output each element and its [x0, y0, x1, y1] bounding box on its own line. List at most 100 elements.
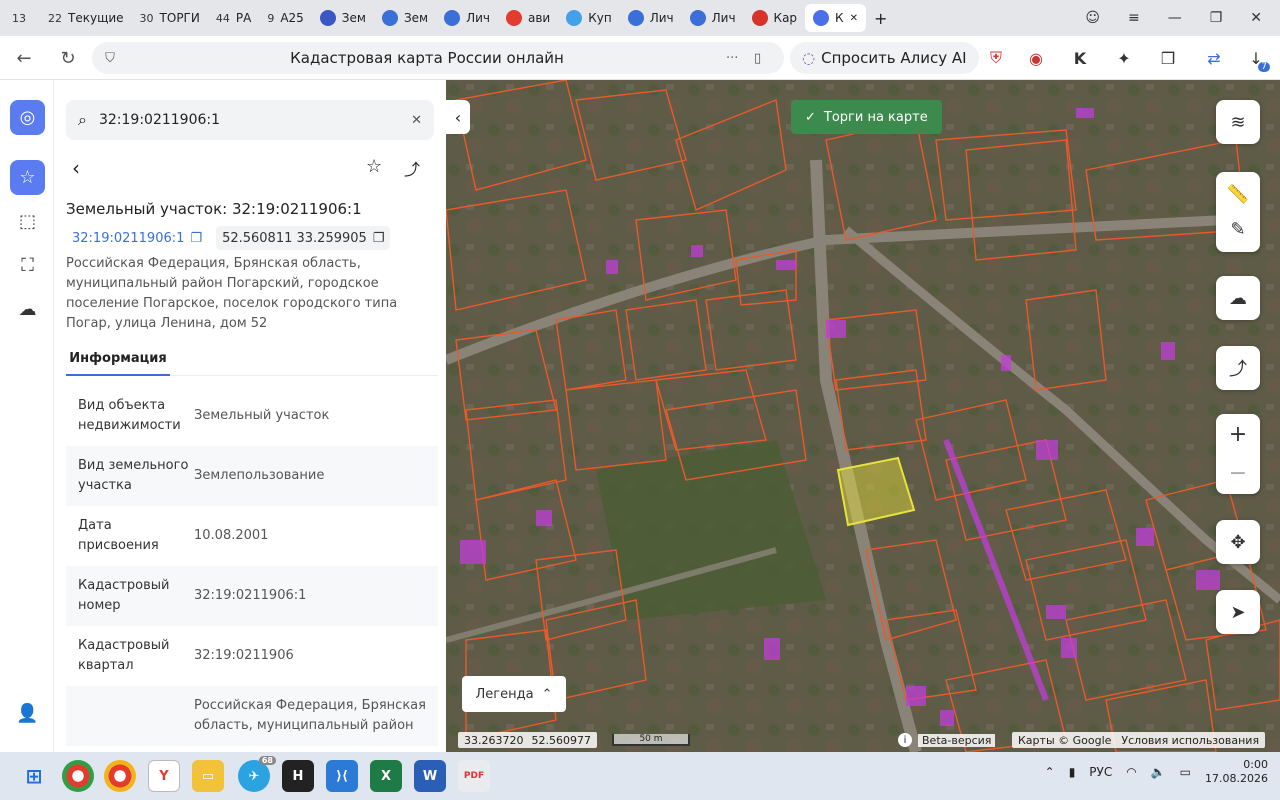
map-share-icon[interactable]: ⤴: [1216, 346, 1260, 390]
vscode-icon[interactable]: ⟩⟨: [326, 760, 358, 792]
polygon-tool-icon[interactable]: ⬚: [10, 204, 45, 239]
tab-label: Зем: [341, 11, 366, 25]
extensions-icon[interactable]: ✦: [1110, 44, 1138, 72]
restore-icon[interactable]: ❐: [1210, 10, 1223, 26]
layers-icon[interactable]: ≋: [1216, 100, 1260, 144]
star-icon[interactable]: ☆: [366, 156, 382, 177]
minimize-icon[interactable]: —: [1168, 10, 1182, 26]
user-icon[interactable]: 👤: [10, 696, 45, 731]
browser-tab[interactable]: Лич: [620, 4, 682, 32]
tab-favicon-icon: [751, 10, 768, 26]
zoom-out-icon[interactable]: −: [1229, 461, 1247, 486]
pdf24-icon[interactable]: PDF: [458, 760, 490, 792]
telegram-badge: 68: [258, 756, 276, 765]
edit-icon[interactable]: ✎: [1230, 219, 1245, 240]
reload-icon[interactable]: ↻: [50, 40, 86, 76]
tab-label: Лич: [649, 11, 674, 25]
browser-tab[interactable]: 30 ТОРГИ: [132, 4, 208, 32]
url-field[interactable]: ⛉ Кадастровая карта России онлайн ··· ▯: [92, 42, 784, 74]
browser-tab[interactable]: Зем: [374, 4, 436, 32]
browser-tab[interactable]: К ✕: [805, 4, 866, 32]
info-row: Вид земельного участка Землепользование: [66, 446, 438, 506]
close-tab-icon[interactable]: ✕: [850, 13, 858, 24]
address-bar: ← ↻ ⛉ Кадастровая карта России онлайн ··…: [0, 36, 1280, 80]
clock[interactable]: 0:00 17.08.2026: [1205, 758, 1268, 786]
word-icon[interactable]: W: [414, 760, 446, 792]
telegram-icon[interactable]: ✈ 68: [238, 756, 276, 792]
chrome-icon[interactable]: [104, 760, 136, 792]
profile-icon[interactable]: ☺: [1085, 10, 1100, 26]
collapse-panel-icon[interactable]: ‹: [446, 100, 470, 134]
chrome-icon[interactable]: [62, 760, 94, 792]
coords-chip[interactable]: 52.560811 33.259905 ❐: [216, 226, 391, 250]
tray-chevron-icon[interactable]: ⌃: [1045, 765, 1055, 779]
downloads-icon[interactable]: ↓ 7: [1242, 44, 1270, 72]
extension-shield-icon[interactable]: ⛨: [982, 44, 1010, 72]
wifi-icon[interactable]: ◠: [1126, 765, 1136, 779]
zoom-in-icon[interactable]: +: [1229, 422, 1247, 447]
browser-tab[interactable]: 22 Текущие: [40, 4, 132, 32]
extension-target-icon[interactable]: ◉: [1022, 44, 1050, 72]
app-h-icon[interactable]: H: [282, 760, 314, 792]
tab-group-count: 9: [267, 11, 275, 25]
window-controls: ☺ ≡ — ❐ ✕: [1085, 0, 1280, 36]
more-icon[interactable]: ···: [726, 51, 754, 66]
tab-label: К: [835, 11, 844, 25]
shield-icon[interactable]: ⛉: [92, 51, 128, 66]
back-icon[interactable]: ←: [6, 40, 42, 76]
file-explorer-icon[interactable]: ▭: [192, 760, 224, 792]
browser-tab[interactable]: 44 РА: [208, 4, 259, 32]
legend-label: Легенда: [475, 686, 534, 702]
browser-tab[interactable]: ави: [498, 4, 558, 32]
bookmark-icon[interactable]: ▯: [754, 51, 784, 66]
system-tray: ⌃ ▮ РУС ◠ 🔈 ▭ 0:00 17.08.2026: [1045, 758, 1268, 786]
ruler-icon[interactable]: 📏: [1227, 184, 1249, 205]
legend-button[interactable]: Легенда ⌃: [462, 676, 566, 712]
close-window-icon[interactable]: ✕: [1250, 10, 1262, 26]
new-tab-icon[interactable]: +: [866, 4, 895, 32]
back-arrow-icon[interactable]: ‹: [72, 156, 80, 180]
share-icon[interactable]: ⤴: [404, 156, 420, 180]
browser-tab[interactable]: Лич: [682, 4, 744, 32]
info-icon[interactable]: i: [898, 733, 912, 747]
browser-tab[interactable]: 9 А25: [259, 4, 311, 32]
upload-icon[interactable]: ☁: [1216, 276, 1260, 320]
excel-icon[interactable]: X: [370, 760, 402, 792]
collections-icon[interactable]: ❒: [1154, 44, 1182, 72]
battery-icon[interactable]: ▭: [1180, 765, 1191, 779]
volume-icon[interactable]: 🔈: [1151, 765, 1166, 779]
start-icon[interactable]: ⊞: [18, 760, 50, 792]
browser-tab[interactable]: Куп: [558, 4, 619, 32]
chevron-up-icon: ⌃: [541, 686, 553, 702]
select-area-icon[interactable]: ⛶: [10, 248, 45, 283]
language-indicator[interactable]: РУС: [1089, 765, 1112, 779]
translate-icon[interactable]: ⇄: [1200, 44, 1228, 72]
tab-information[interactable]: Информация: [66, 342, 170, 376]
copy-icon[interactable]: ❐: [373, 231, 385, 246]
clear-icon[interactable]: ✕: [411, 113, 422, 128]
extension-k-icon[interactable]: K: [1066, 44, 1094, 72]
usb-icon[interactable]: ▮: [1069, 765, 1076, 779]
torgi-button[interactable]: ✓ Торги на карте: [791, 100, 942, 134]
torgi-label: Торги на карте: [823, 109, 928, 125]
browser-tab[interactable]: Кар: [744, 4, 806, 32]
browser-tab[interactable]: 13: [4, 4, 40, 32]
menu-icon[interactable]: ≡: [1128, 10, 1140, 26]
info-row: Вид объекта недвижимости Земельный участо…: [66, 386, 438, 446]
terms-link[interactable]: Условия использования: [1121, 734, 1259, 747]
cloud-icon[interactable]: ☁: [10, 292, 45, 327]
copy-icon[interactable]: ❐: [190, 231, 202, 246]
app-logo-icon[interactable]: ◎: [10, 100, 45, 135]
yandex-browser-icon[interactable]: Y: [148, 760, 180, 792]
locate-icon[interactable]: ➤: [1216, 590, 1260, 634]
move-icon[interactable]: ✥: [1216, 520, 1260, 564]
browser-tab[interactable]: Зем: [312, 4, 374, 32]
taskbar: ⊞ Y ▭ ✈ 68 H ⟩⟨ X W PDF ⌃ ▮ РУС ◠ 🔈 ▭ 0:0…: [0, 752, 1280, 800]
favorites-icon[interactable]: ☆: [10, 160, 45, 195]
browser-tab[interactable]: Лич: [436, 4, 498, 32]
tab-group-count: 44: [215, 11, 230, 25]
search-input[interactable]: [98, 112, 400, 128]
cadastral-link[interactable]: 32:19:0211906:1 ❐: [66, 226, 208, 250]
map-view[interactable]: ‹ ✓ Торги на карте ≋ 📏 ✎ ☁ ⤴ + − ✥ ➤ Леге…: [446, 80, 1280, 752]
alice-button[interactable]: ◌ Спросить Алису AI: [790, 42, 979, 74]
